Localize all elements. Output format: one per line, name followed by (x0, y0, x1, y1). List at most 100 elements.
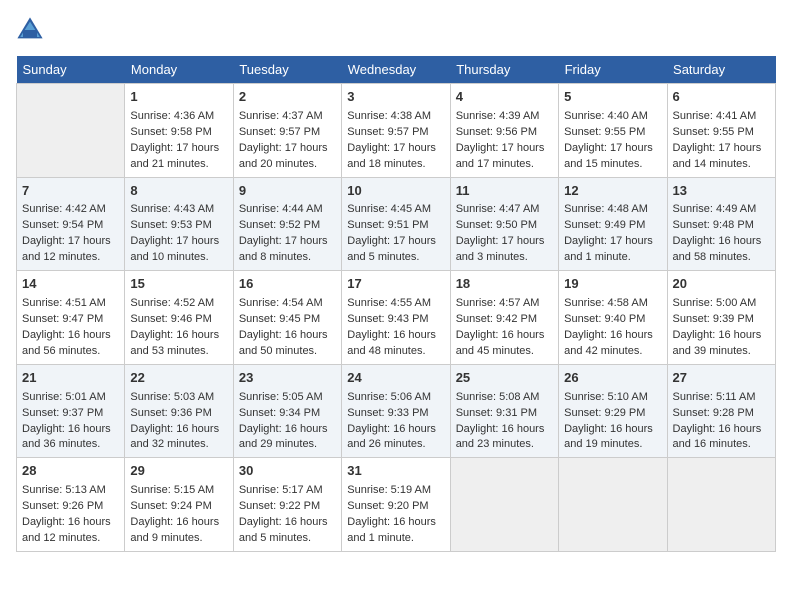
calendar-cell: 13Sunrise: 4:49 AMSunset: 9:48 PMDayligh… (667, 177, 775, 271)
calendar-cell: 11Sunrise: 4:47 AMSunset: 9:50 PMDayligh… (450, 177, 558, 271)
daylight: Daylight: 17 hours and 21 minutes. (130, 142, 219, 170)
day-number: 29 (130, 462, 227, 481)
day-number: 12 (564, 182, 661, 201)
sunset: Sunset: 9:53 PM (130, 219, 211, 231)
day-number: 28 (22, 462, 119, 481)
calendar-cell: 1Sunrise: 4:36 AMSunset: 9:58 PMDaylight… (125, 84, 233, 178)
sunset: Sunset: 9:55 PM (673, 126, 754, 138)
daylight: Daylight: 16 hours and 48 minutes. (347, 329, 436, 357)
sunset: Sunset: 9:37 PM (22, 407, 103, 419)
sunset: Sunset: 9:36 PM (130, 407, 211, 419)
day-number: 13 (673, 182, 770, 201)
sunrise: Sunrise: 4:40 AM (564, 110, 648, 122)
daylight: Daylight: 16 hours and 42 minutes. (564, 329, 653, 357)
calendar-cell: 5 Sunrise: 4:40 AM Sunset: 9:55 PM Daylight… (559, 84, 667, 178)
sunrise: Sunrise: 5:00 AM (673, 297, 757, 309)
sunset: Sunset: 9:49 PM (564, 219, 645, 231)
day-number: 1 (130, 88, 227, 107)
sunrise: Sunrise: 4:54 AM (239, 297, 323, 309)
daylight: Daylight: 16 hours and 58 minutes. (673, 235, 762, 263)
column-header-wednesday: Wednesday (342, 56, 450, 84)
sunrise: Sunrise: 4:44 AM (239, 203, 323, 215)
daylight: Daylight: 16 hours and 39 minutes. (673, 329, 762, 357)
daylight: Daylight: 16 hours and 5 minutes. (239, 516, 328, 544)
week-row-1: 1Sunrise: 4:36 AMSunset: 9:58 PMDaylight… (17, 84, 776, 178)
day-number: 4 (456, 88, 553, 107)
day-number: 3 (347, 88, 444, 107)
day-number: 30 (239, 462, 336, 481)
day-number: 27 (673, 369, 770, 388)
sunrise: Sunrise: 4:39 AM (456, 110, 540, 122)
daylight: Daylight: 16 hours and 29 minutes. (239, 423, 328, 451)
calendar-cell (559, 458, 667, 552)
day-number: 22 (130, 369, 227, 388)
sunset: Sunset: 9:26 PM (22, 500, 103, 512)
day-number: 5 (564, 88, 661, 107)
daylight: Daylight: 17 hours and 3 minutes. (456, 235, 545, 263)
calendar-cell: 26Sunrise: 5:10 AMSunset: 9:29 PMDayligh… (559, 364, 667, 458)
logo-icon (16, 16, 44, 44)
sunset: Sunset: 9:28 PM (673, 407, 754, 419)
calendar-cell: 4 Sunrise: 4:39 AM Sunset: 9:56 PM Daylight… (450, 84, 558, 178)
sunset: Sunset: 9:33 PM (347, 407, 428, 419)
daylight: Daylight: 16 hours and 32 minutes. (130, 423, 219, 451)
calendar-cell: 24Sunrise: 5:06 AMSunset: 9:33 PMDayligh… (342, 364, 450, 458)
sunrise: Sunrise: 4:47 AM (456, 203, 540, 215)
sunrise: Sunrise: 4:41 AM (673, 110, 757, 122)
column-header-monday: Monday (125, 56, 233, 84)
sunrise: Sunrise: 4:58 AM (564, 297, 648, 309)
sunrise: Sunrise: 5:05 AM (239, 391, 323, 403)
day-number: 31 (347, 462, 444, 481)
daylight: Daylight: 17 hours and 15 minutes. (564, 142, 653, 170)
sunset: Sunset: 9:56 PM (456, 126, 537, 138)
daylight: Daylight: 16 hours and 1 minute. (347, 516, 436, 544)
week-row-5: 28Sunrise: 5:13 AMSunset: 9:26 PMDayligh… (17, 458, 776, 552)
sunset: Sunset: 9:55 PM (564, 126, 645, 138)
sunrise: Sunrise: 4:38 AM (347, 110, 431, 122)
calendar-cell: 23Sunrise: 5:05 AMSunset: 9:34 PMDayligh… (233, 364, 341, 458)
sunset: Sunset: 9:52 PM (239, 219, 320, 231)
daylight: Daylight: 17 hours and 17 minutes. (456, 142, 545, 170)
column-header-thursday: Thursday (450, 56, 558, 84)
sunrise: Sunrise: 4:57 AM (456, 297, 540, 309)
calendar-cell: 2Sunrise: 4:37 AMSunset: 9:57 PMDaylight… (233, 84, 341, 178)
sunrise: Sunrise: 5:17 AM (239, 484, 323, 496)
calendar-cell: 9Sunrise: 4:44 AMSunset: 9:52 PMDaylight… (233, 177, 341, 271)
calendar-cell: 22Sunrise: 5:03 AMSunset: 9:36 PMDayligh… (125, 364, 233, 458)
day-number: 25 (456, 369, 553, 388)
calendar-cell: 15Sunrise: 4:52 AMSunset: 9:46 PMDayligh… (125, 271, 233, 365)
sunset: Sunset: 9:47 PM (22, 313, 103, 325)
day-number: 2 (239, 88, 336, 107)
calendar-table: SundayMondayTuesdayWednesdayThursdayFrid… (16, 56, 776, 552)
calendar-cell: 20Sunrise: 5:00 AMSunset: 9:39 PMDayligh… (667, 271, 775, 365)
calendar-cell: 17Sunrise: 4:55 AMSunset: 9:43 PMDayligh… (342, 271, 450, 365)
calendar-cell: 28Sunrise: 5:13 AMSunset: 9:26 PMDayligh… (17, 458, 125, 552)
sunset: Sunset: 9:54 PM (22, 219, 103, 231)
sunrise: Sunrise: 4:37 AM (239, 110, 323, 122)
day-number: 8 (130, 182, 227, 201)
day-number: 16 (239, 275, 336, 294)
column-header-sunday: Sunday (17, 56, 125, 84)
sunrise: Sunrise: 4:51 AM (22, 297, 106, 309)
sunrise: Sunrise: 4:36 AM (130, 110, 214, 122)
sunrise: Sunrise: 5:01 AM (22, 391, 106, 403)
calendar-cell: 8Sunrise: 4:43 AMSunset: 9:53 PMDaylight… (125, 177, 233, 271)
calendar-cell: 10Sunrise: 4:45 AMSunset: 9:51 PMDayligh… (342, 177, 450, 271)
daylight: Daylight: 16 hours and 19 minutes. (564, 423, 653, 451)
calendar-cell: 29Sunrise: 5:15 AMSunset: 9:24 PMDayligh… (125, 458, 233, 552)
week-row-3: 14Sunrise: 4:51 AMSunset: 9:47 PMDayligh… (17, 271, 776, 365)
daylight: Daylight: 16 hours and 50 minutes. (239, 329, 328, 357)
sunrise: Sunrise: 5:15 AM (130, 484, 214, 496)
sunset: Sunset: 9:42 PM (456, 313, 537, 325)
day-number: 7 (22, 182, 119, 201)
calendar-cell: 21Sunrise: 5:01 AMSunset: 9:37 PMDayligh… (17, 364, 125, 458)
sunset: Sunset: 9:46 PM (130, 313, 211, 325)
calendar-cell: 25Sunrise: 5:08 AMSunset: 9:31 PMDayligh… (450, 364, 558, 458)
sunrise: Sunrise: 4:48 AM (564, 203, 648, 215)
sunset: Sunset: 9:57 PM (347, 126, 428, 138)
calendar-cell (17, 84, 125, 178)
day-number: 6 (673, 88, 770, 107)
sunset: Sunset: 9:51 PM (347, 219, 428, 231)
day-number: 23 (239, 369, 336, 388)
page-header (16, 16, 776, 44)
